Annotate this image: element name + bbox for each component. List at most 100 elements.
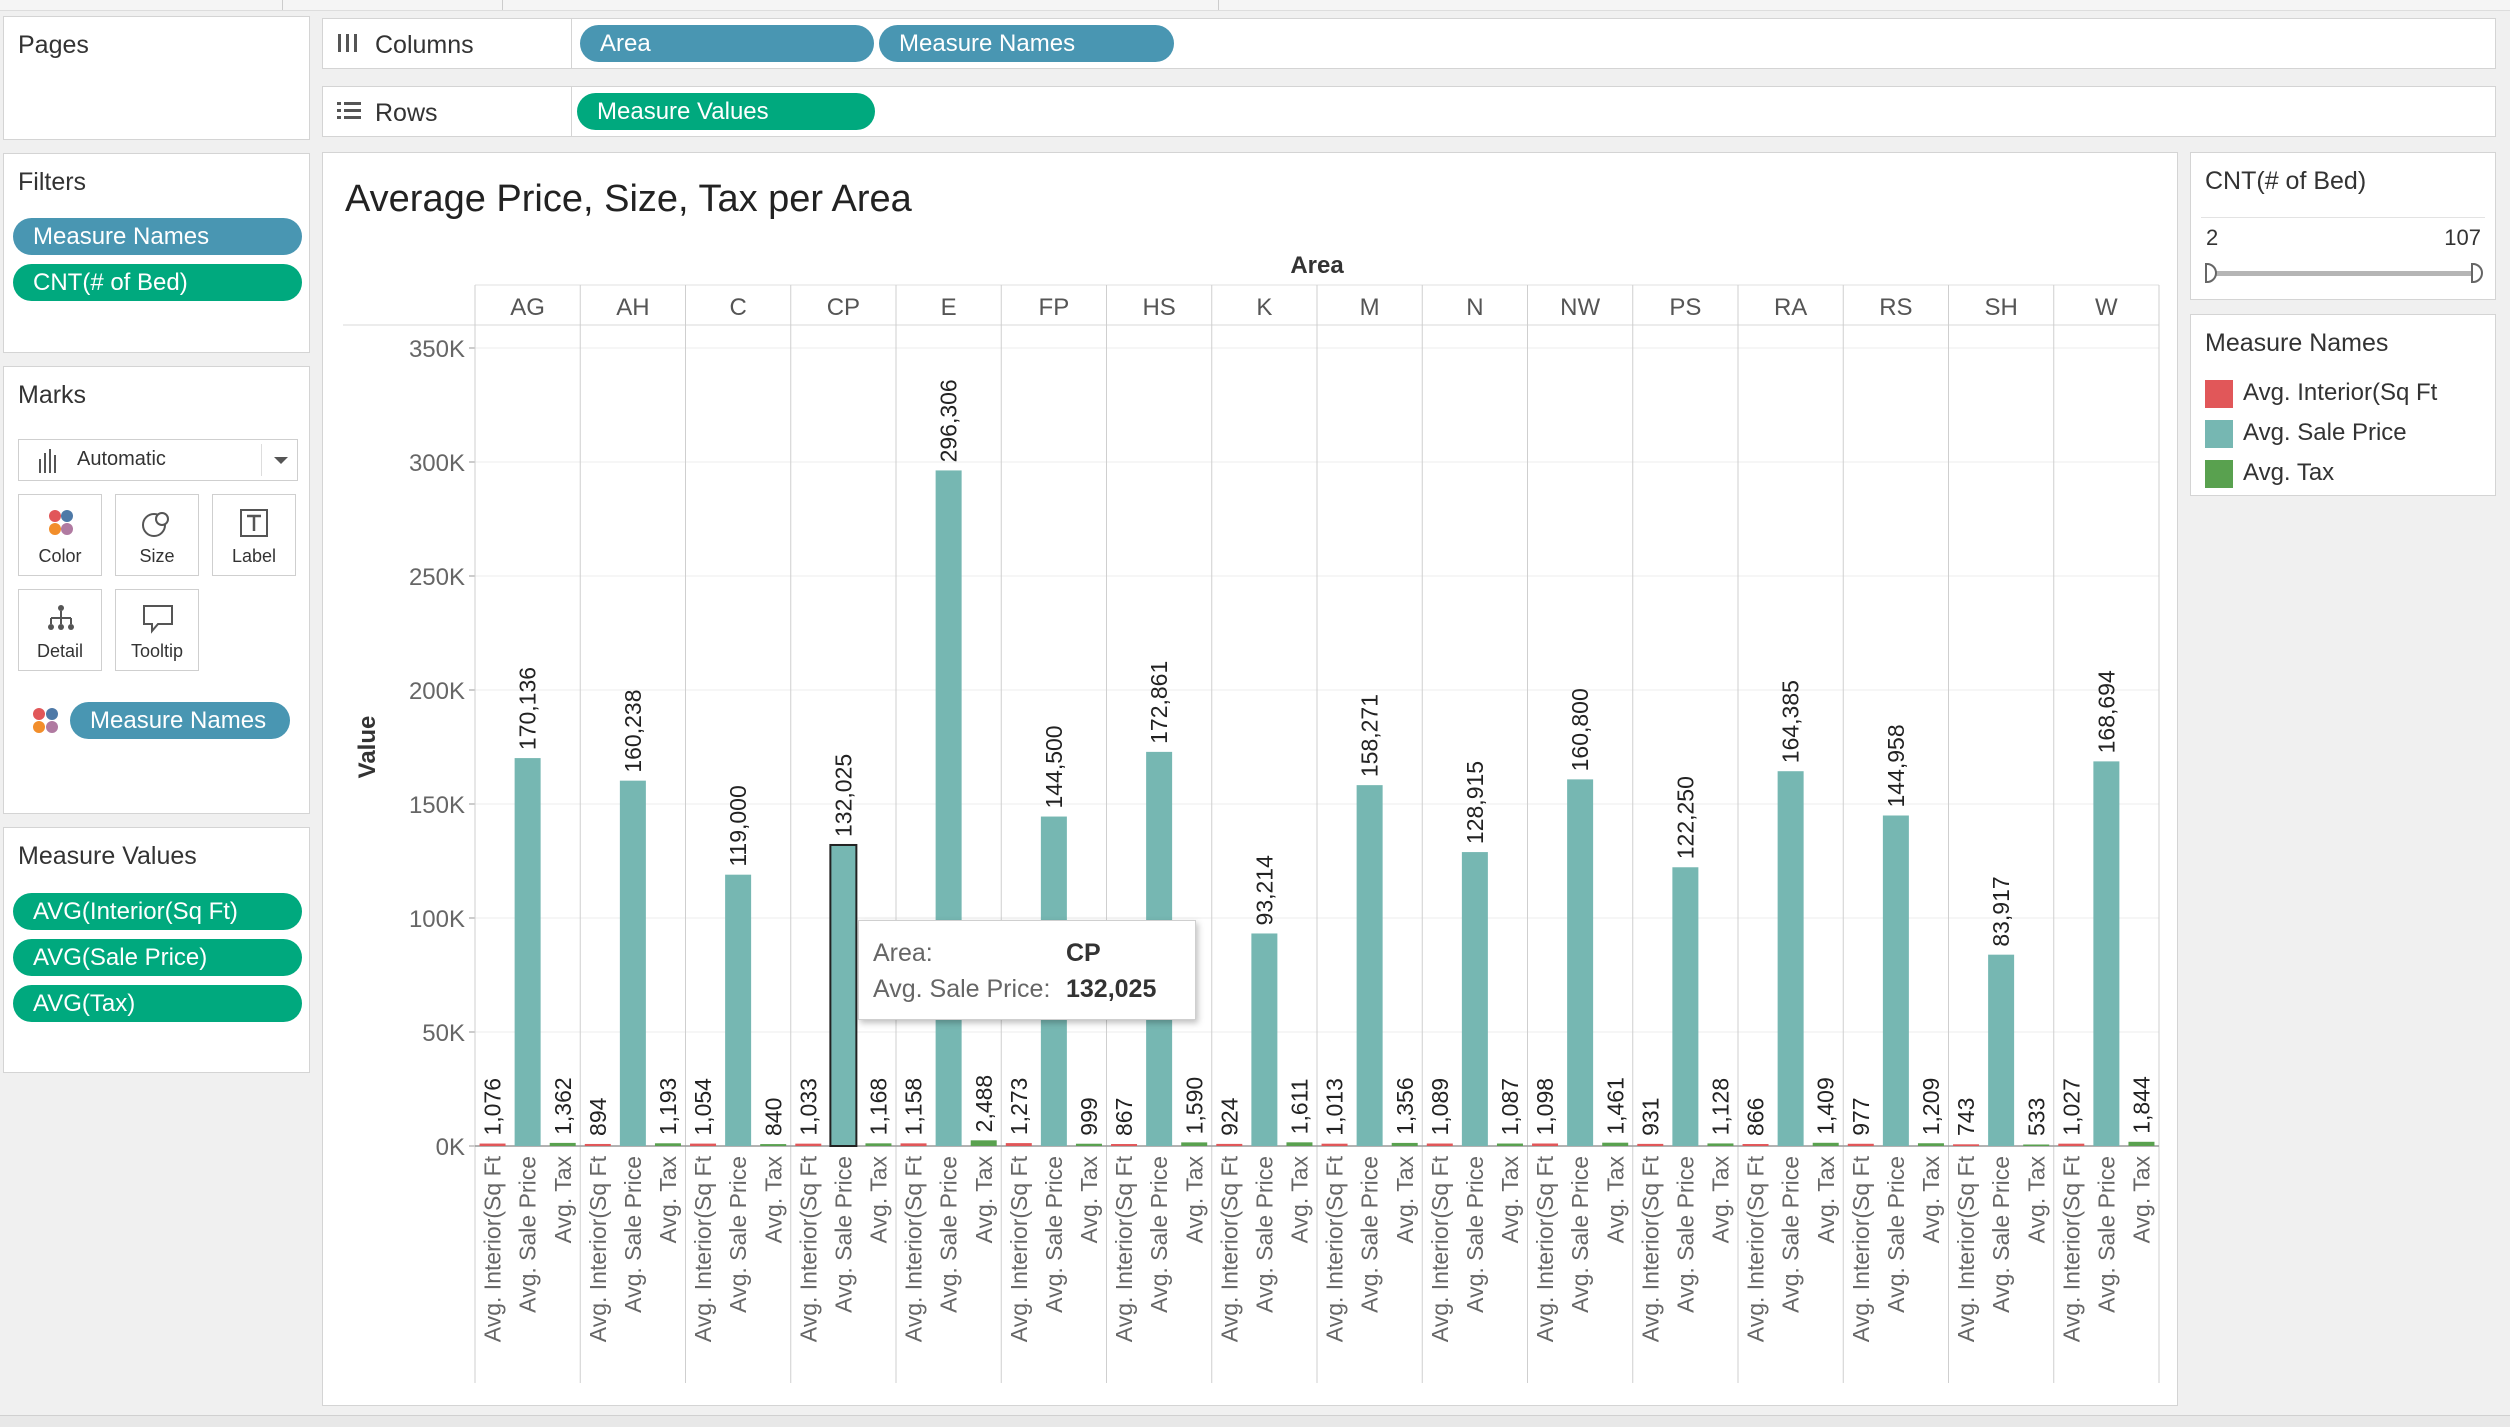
bar-mark bbox=[1251, 933, 1278, 1146]
area-category-label: AG bbox=[510, 294, 545, 321]
color-pill-measure-names[interactable]: Measure Names bbox=[70, 702, 290, 739]
label-card[interactable]: Label bbox=[212, 494, 296, 576]
legend-item[interactable]: Avg. Tax bbox=[2205, 459, 2334, 489]
bar-value-label: 172,861 bbox=[1146, 661, 1172, 744]
detail-card[interactable]: Detail bbox=[18, 589, 102, 671]
columns-pill-area[interactable]: Area bbox=[580, 25, 874, 62]
tooltip-price-value: 132,025 bbox=[1066, 975, 1157, 1003]
measure-pill-sale-price[interactable]: AVG(Sale Price) bbox=[13, 939, 302, 976]
size-card[interactable]: Size bbox=[115, 494, 199, 576]
bar-value-label: 1,098 bbox=[1532, 1078, 1558, 1136]
y-axis-label: Value bbox=[354, 716, 381, 779]
bar-mark bbox=[654, 1143, 681, 1146]
bar-value-label: 144,500 bbox=[1041, 725, 1067, 808]
bar-mark bbox=[1321, 1143, 1348, 1146]
filters-title: Filters bbox=[18, 168, 87, 196]
area-category-label: NW bbox=[1560, 294, 1600, 321]
bar-value-label: 144,958 bbox=[1883, 724, 1909, 807]
area-category-label: FP bbox=[1039, 294, 1070, 321]
measure-pill-interior[interactable]: AVG(Interior(Sq Ft) bbox=[13, 893, 302, 930]
label-icon bbox=[240, 509, 268, 537]
bar-mark bbox=[2128, 1141, 2155, 1146]
bar-mark bbox=[1637, 1143, 1664, 1146]
bar-mark bbox=[2093, 761, 2120, 1146]
measure-tick-label: Avg. Tax bbox=[1181, 1156, 1207, 1244]
bar-value-label: 1,611 bbox=[1287, 1078, 1313, 1134]
color-card[interactable]: Color bbox=[18, 494, 102, 576]
legend-title: Measure Names bbox=[2205, 329, 2389, 357]
measure-tick-label: Avg. Sale Price bbox=[1883, 1156, 1909, 1313]
bar-chart-icon bbox=[39, 449, 56, 473]
range-slider-track[interactable] bbox=[2210, 271, 2478, 276]
label-card-label: Label bbox=[231, 546, 277, 566]
bar-value-label: 170,136 bbox=[515, 667, 541, 750]
bar-mark bbox=[1426, 1143, 1453, 1146]
detail-card-label: Detail bbox=[36, 641, 84, 661]
measure-tick-label: Avg. Tax bbox=[866, 1156, 892, 1244]
measure-tick-label: Avg. Interior(Sq Ft bbox=[1427, 1155, 1453, 1342]
legend-item[interactable]: Avg. Interior(Sq Ft bbox=[2205, 379, 2437, 409]
measure-tick-label: Avg. Interior(Sq Ft bbox=[1532, 1155, 1558, 1342]
bar-value-label: 1,590 bbox=[1181, 1077, 1207, 1135]
legend-item[interactable]: Avg. Sale Price bbox=[2205, 419, 2407, 449]
detail-icon bbox=[48, 605, 74, 630]
y-tick-label: 100K bbox=[409, 906, 465, 933]
bar-mark bbox=[829, 843, 858, 1147]
size-icon bbox=[142, 512, 169, 537]
measure-pill-tax[interactable]: AVG(Tax) bbox=[13, 985, 302, 1022]
cnt-filter-max: 107 bbox=[2444, 225, 2481, 250]
mark-type-dropdown[interactable]: Automatic bbox=[18, 439, 298, 481]
area-category-label: K bbox=[1256, 294, 1272, 321]
measure-tick-label: Avg. Tax bbox=[550, 1156, 576, 1244]
range-slider-max-handle[interactable] bbox=[2471, 263, 2483, 283]
bar-mark bbox=[1075, 1143, 1102, 1146]
pages-panel[interactable]: Pages bbox=[3, 16, 310, 140]
bar-value-label: 93,214 bbox=[1251, 855, 1277, 926]
bar-value-label: 1,158 bbox=[901, 1078, 927, 1136]
bar-mark bbox=[1812, 1142, 1839, 1146]
range-slider-min-handle[interactable] bbox=[2205, 263, 2217, 283]
measure-tick-label: Avg. Sale Price bbox=[1041, 1156, 1067, 1313]
area-category-label: E bbox=[941, 294, 957, 321]
y-tick-label: 200K bbox=[409, 678, 465, 705]
measure-tick-label: Avg. Tax bbox=[1813, 1156, 1839, 1244]
bar-value-label: 1,409 bbox=[1813, 1077, 1839, 1135]
filter-pill-measure-names[interactable]: Measure Names bbox=[13, 218, 302, 255]
rows-title: Rows bbox=[375, 99, 438, 127]
bar-value-label: 743 bbox=[1953, 1098, 1979, 1136]
bar-mark bbox=[1532, 1143, 1559, 1146]
measure-tick-label: Avg. Interior(Sq Ft bbox=[585, 1155, 611, 1342]
bar-mark bbox=[1005, 1143, 1032, 1146]
rows-shelf[interactable]: Rows Measure Values bbox=[322, 86, 2496, 137]
bar-mark bbox=[1707, 1143, 1734, 1146]
columns-shelf[interactable]: Columns Area Measure Names bbox=[322, 18, 2496, 69]
bar-value-label: 128,915 bbox=[1462, 761, 1488, 844]
bar-value-label: 1,273 bbox=[1006, 1078, 1032, 1136]
legend-item-label: Avg. Interior(Sq Ft bbox=[2243, 379, 2438, 406]
bar-mark bbox=[970, 1140, 997, 1146]
bar-value-label: 1,033 bbox=[795, 1078, 821, 1136]
bar-mark bbox=[549, 1142, 576, 1146]
columns-pill-measure-names[interactable]: Measure Names bbox=[879, 25, 1174, 62]
bar-value-label: 840 bbox=[760, 1098, 786, 1136]
measure-tick-label: Avg. Sale Price bbox=[830, 1156, 856, 1313]
legend-item-label: Avg. Tax bbox=[2243, 459, 2335, 486]
measure-tick-label: Avg. Interior(Sq Ft bbox=[795, 1155, 821, 1342]
tab-divider bbox=[282, 0, 283, 10]
measure-tick-label: Avg. Tax bbox=[971, 1156, 997, 1244]
measure-tick-label: Avg. Interior(Sq Ft bbox=[1848, 1155, 1874, 1342]
bar-value-label: 1,844 bbox=[2129, 1076, 2155, 1134]
color-icon bbox=[33, 708, 58, 733]
filter-pill-cnt-beds[interactable]: CNT(# of Bed) bbox=[13, 264, 302, 301]
bar-value-label: 1,089 bbox=[1427, 1078, 1453, 1136]
bar-mark bbox=[1953, 1144, 1980, 1146]
rows-pill-measure-values[interactable]: Measure Values bbox=[577, 93, 875, 130]
filters-panel[interactable]: Filters Measure Names CNT(# of Bed) bbox=[3, 153, 310, 353]
tooltip-card[interactable]: Tooltip bbox=[115, 589, 199, 671]
bar-mark bbox=[1882, 815, 1909, 1146]
bar-value-label: 931 bbox=[1637, 1098, 1663, 1136]
measure-tick-label: Avg. Tax bbox=[655, 1156, 681, 1244]
bar-value-label: 1,054 bbox=[690, 1078, 716, 1136]
bar-value-label: 1,168 bbox=[866, 1078, 892, 1136]
bar-mark bbox=[1356, 785, 1383, 1146]
